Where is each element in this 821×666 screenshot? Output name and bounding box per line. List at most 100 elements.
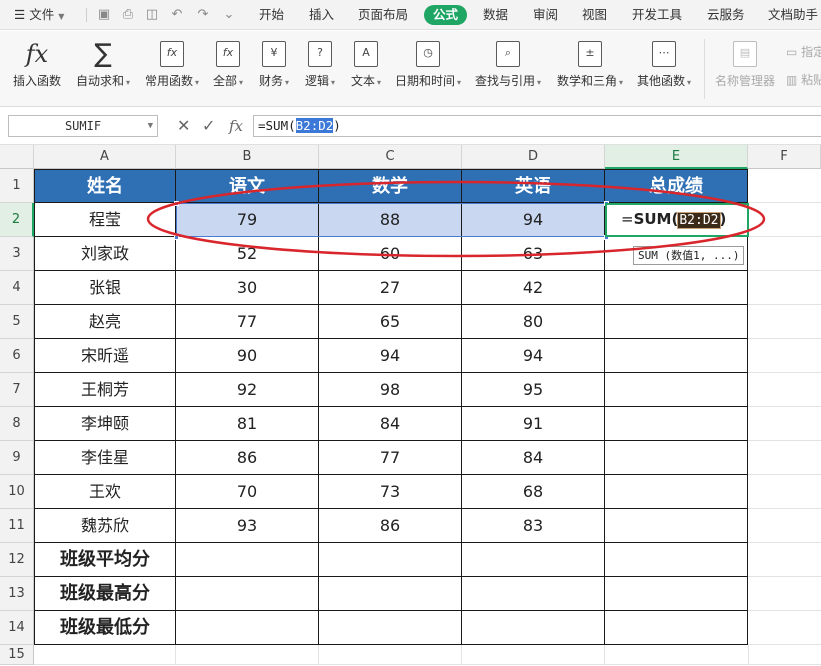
selection-handle[interactable]: [604, 201, 609, 206]
check-icon[interactable]: ✓: [202, 116, 215, 136]
name-box[interactable]: SUMIF ▼: [8, 115, 158, 137]
score-cell-english[interactable]: 42: [462, 271, 605, 305]
file-menu[interactable]: ☰ 文件 ▼: [14, 0, 64, 30]
score-cell-math[interactable]: 98: [319, 373, 462, 407]
logical-button[interactable]: ? 逻辑 ▾: [298, 31, 342, 107]
summary-value-cell[interactable]: [176, 611, 319, 645]
score-cell-chinese[interactable]: 70: [176, 475, 319, 509]
selection-handle[interactable]: [604, 235, 609, 240]
score-cell-chinese[interactable]: 79: [176, 203, 319, 237]
total-cell[interactable]: [605, 509, 748, 543]
summary-value-cell[interactable]: [319, 611, 462, 645]
tab-formulas[interactable]: 公式: [424, 5, 468, 25]
score-cell-english[interactable]: 68: [462, 475, 605, 509]
score-cell-english[interactable]: 80: [462, 305, 605, 339]
common-functions-button[interactable]: fx 常用函数 ▾: [140, 31, 204, 107]
score-cell-english[interactable]: 63: [462, 237, 605, 271]
name-cell[interactable]: 张银: [34, 271, 176, 305]
score-cell-math[interactable]: 86: [319, 509, 462, 543]
summary-label-cell[interactable]: 班级平均分: [34, 543, 176, 577]
summary-value-cell[interactable]: [462, 577, 605, 611]
undo-icon[interactable]: ↶: [168, 6, 186, 24]
row-header-5[interactable]: 5: [0, 305, 34, 339]
name-cell[interactable]: 王桐芳: [34, 373, 176, 407]
score-cell-chinese[interactable]: 93: [176, 509, 319, 543]
total-cell[interactable]: [605, 441, 748, 475]
score-cell-english[interactable]: 94: [462, 339, 605, 373]
date-time-button[interactable]: ◷ 日期和时间 ▾: [390, 31, 466, 107]
header-cell[interactable]: 姓名: [34, 169, 176, 203]
score-cell-chinese[interactable]: 81: [176, 407, 319, 441]
summary-value-cell[interactable]: [176, 543, 319, 577]
row-header-6[interactable]: 6: [0, 339, 34, 373]
tab-data[interactable]: 数据: [483, 0, 508, 30]
text-button[interactable]: A 文本 ▾: [344, 31, 388, 107]
score-cell-math[interactable]: 84: [319, 407, 462, 441]
header-cell[interactable]: 语文: [176, 169, 319, 203]
name-cell[interactable]: 魏苏欣: [34, 509, 176, 543]
score-cell-math[interactable]: 77: [319, 441, 462, 475]
header-cell[interactable]: 总成绩: [605, 169, 748, 203]
column-header-b[interactable]: B: [176, 145, 319, 169]
print-preview-icon[interactable]: ◫: [143, 6, 161, 24]
lookup-reference-button[interactable]: ⌕ 查找与引用 ▾: [470, 31, 546, 107]
score-cell-chinese[interactable]: 52: [176, 237, 319, 271]
row-header-15[interactable]: 15: [0, 645, 34, 665]
tab-home[interactable]: 开始: [259, 0, 284, 30]
score-cell-chinese[interactable]: 92: [176, 373, 319, 407]
define-name-button[interactable]: ▭ 指定: [786, 43, 821, 60]
name-cell[interactable]: 李坤颐: [34, 407, 176, 441]
all-functions-button[interactable]: fx 全部 ▾: [206, 31, 250, 107]
row-header-14[interactable]: 14: [0, 611, 34, 645]
row-header-3[interactable]: 3: [0, 237, 34, 271]
autosum-button[interactable]: ∑ 自动求和 ▾: [70, 31, 136, 107]
summary-value-cell[interactable]: [605, 577, 748, 611]
tab-developer[interactable]: 开发工具: [632, 0, 682, 30]
selection-handle[interactable]: [174, 235, 179, 240]
summary-value-cell[interactable]: [176, 577, 319, 611]
score-cell-chinese[interactable]: 90: [176, 339, 319, 373]
tab-page-layout[interactable]: 页面布局: [358, 0, 408, 30]
selection-handle[interactable]: [174, 201, 179, 206]
row-header-4[interactable]: 4: [0, 271, 34, 305]
summary-value-cell[interactable]: [319, 543, 462, 577]
summary-value-cell[interactable]: [605, 611, 748, 645]
total-cell[interactable]: [605, 305, 748, 339]
redo-icon[interactable]: ↷: [194, 6, 212, 24]
paste-name-button[interactable]: ▥ 粘贴: [786, 71, 821, 88]
select-all-corner[interactable]: [0, 145, 34, 169]
tab-view[interactable]: 视图: [582, 0, 607, 30]
customize-toolbar-icon[interactable]: ⌄: [220, 6, 238, 24]
tab-review[interactable]: 审阅: [533, 0, 558, 30]
score-cell-math[interactable]: 65: [319, 305, 462, 339]
column-header-a[interactable]: A: [34, 145, 176, 169]
score-cell-math[interactable]: 73: [319, 475, 462, 509]
column-header-f[interactable]: F: [748, 145, 821, 169]
tab-cloud[interactable]: 云服务: [707, 0, 745, 30]
name-cell[interactable]: 李佳星: [34, 441, 176, 475]
tab-insert[interactable]: 插入: [309, 0, 334, 30]
score-cell-english[interactable]: 84: [462, 441, 605, 475]
score-cell-chinese[interactable]: 77: [176, 305, 319, 339]
column-header-e[interactable]: E: [605, 145, 748, 169]
print-icon[interactable]: ⎙: [119, 6, 137, 24]
header-cell[interactable]: 英语: [462, 169, 605, 203]
total-cell[interactable]: [605, 475, 748, 509]
summary-value-cell[interactable]: [605, 543, 748, 577]
score-cell-english[interactable]: 91: [462, 407, 605, 441]
row-header-8[interactable]: 8: [0, 407, 34, 441]
summary-label-cell[interactable]: 班级最低分: [34, 611, 176, 645]
summary-value-cell[interactable]: [462, 611, 605, 645]
score-cell-english[interactable]: 95: [462, 373, 605, 407]
row-header-2[interactable]: 2: [0, 203, 34, 237]
insert-function-button[interactable]: fx 插入函数: [8, 31, 66, 107]
insert-function-icon[interactable]: fx: [229, 116, 243, 136]
row-header-1[interactable]: 1: [0, 169, 34, 203]
name-cell[interactable]: 刘家政: [34, 237, 176, 271]
row-header-7[interactable]: 7: [0, 373, 34, 407]
row-header-13[interactable]: 13: [0, 577, 34, 611]
spreadsheet-grid[interactable]: A B C D E F 1 2 3 4 5 6 7 8 9 10 11 12 13 14 15 姓名 语文 数学 英语 总成绩 程莹…: [0, 145, 821, 666]
more-functions-button[interactable]: ⋯ 其他函数 ▾: [632, 31, 696, 107]
formula-input[interactable]: =SUM(B2:D2): [253, 115, 821, 137]
editing-cell[interactable]: =SUM(B2:D2): [605, 203, 748, 237]
